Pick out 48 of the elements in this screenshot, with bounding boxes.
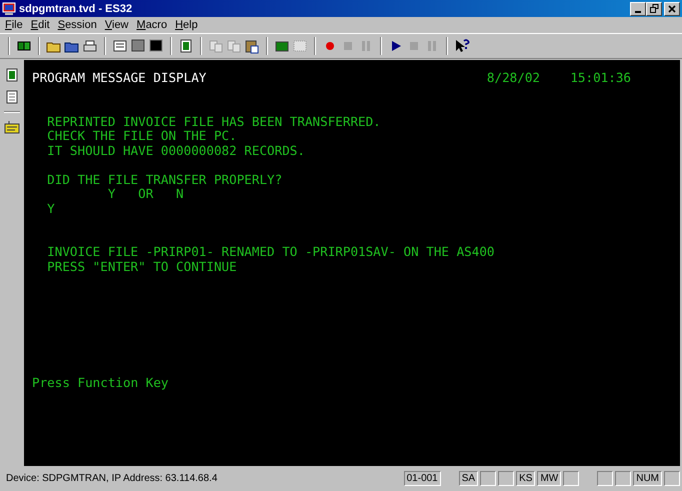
status-panel: SA	[458, 471, 478, 486]
status-panel: KS	[516, 471, 536, 486]
prompt-text: Press Function Key	[32, 376, 168, 390]
answer-text: Y	[47, 202, 55, 216]
menu-item[interactable]: Edit	[26, 19, 54, 31]
screen-icon[interactable]	[4, 67, 20, 83]
menu-item[interactable]: View	[100, 19, 133, 31]
restore-button[interactable]	[646, 2, 662, 16]
printer-icon[interactable]	[82, 38, 98, 54]
screen-title: PROGRAM MESSAGE DISPLAY	[32, 71, 206, 86]
message-text: CHECK THE FILE ON THE PC.	[47, 129, 237, 144]
help-pointer-icon[interactable]	[454, 38, 470, 54]
monitor-icon[interactable]	[148, 38, 164, 54]
keyboard-icon[interactable]	[4, 119, 20, 135]
message-text: REPRINTED INVOICE FILE HAS BEEN TRANSFERRED.	[47, 114, 381, 129]
message-text: PRESS "ENTER" TO CONTINUE	[47, 260, 237, 274]
screen-icon[interactable]	[178, 38, 194, 54]
menu-item[interactable]: Help	[171, 19, 202, 31]
question-text: DID THE FILE TRANSFER PROPERLY?	[47, 172, 282, 187]
message-text: IT SHOULD HAVE 0000000082 RECORDS.	[47, 144, 305, 158]
terminal-screen[interactable]	[24, 60, 680, 466]
minimize-icon	[635, 10, 641, 12]
status-panel: MW	[537, 471, 562, 486]
message-text: INVOICE FILE -PRIRP01- RENAMED TO -PRIRP01SAV- ON THE AS400	[47, 245, 494, 260]
restore-icon	[650, 4, 658, 13]
time-text: 15:01:36	[570, 71, 631, 86]
menu-item[interactable]: File	[1, 19, 27, 31]
status-panel: 01-001	[404, 471, 441, 486]
status-panel	[563, 471, 580, 486]
status-panel	[597, 471, 614, 486]
monitor-icon[interactable]	[130, 38, 146, 54]
close-icon	[668, 4, 676, 12]
clipboard-icon[interactable]	[244, 38, 260, 54]
status-panel	[615, 471, 632, 486]
status-panel	[480, 471, 496, 486]
status-panel: NUM	[633, 471, 662, 486]
app-icon	[2, 2, 16, 16]
status-panel	[498, 471, 514, 486]
date-text: 8/28/02	[486, 71, 540, 86]
status-text: Device: SDPGMTRAN, IP Address: 63.114.68.4	[5, 473, 218, 484]
close-button[interactable]	[664, 2, 680, 16]
window-icon[interactable]	[112, 38, 128, 54]
window-title: sdpgmtran.tvd - ES32	[19, 2, 134, 14]
minimize-button[interactable]	[630, 2, 646, 16]
status-panel	[664, 471, 680, 486]
menu-item[interactable]: Session	[54, 19, 101, 31]
menu-item[interactable]: Macro	[132, 19, 172, 31]
choices-text: Y OR N	[108, 187, 184, 202]
